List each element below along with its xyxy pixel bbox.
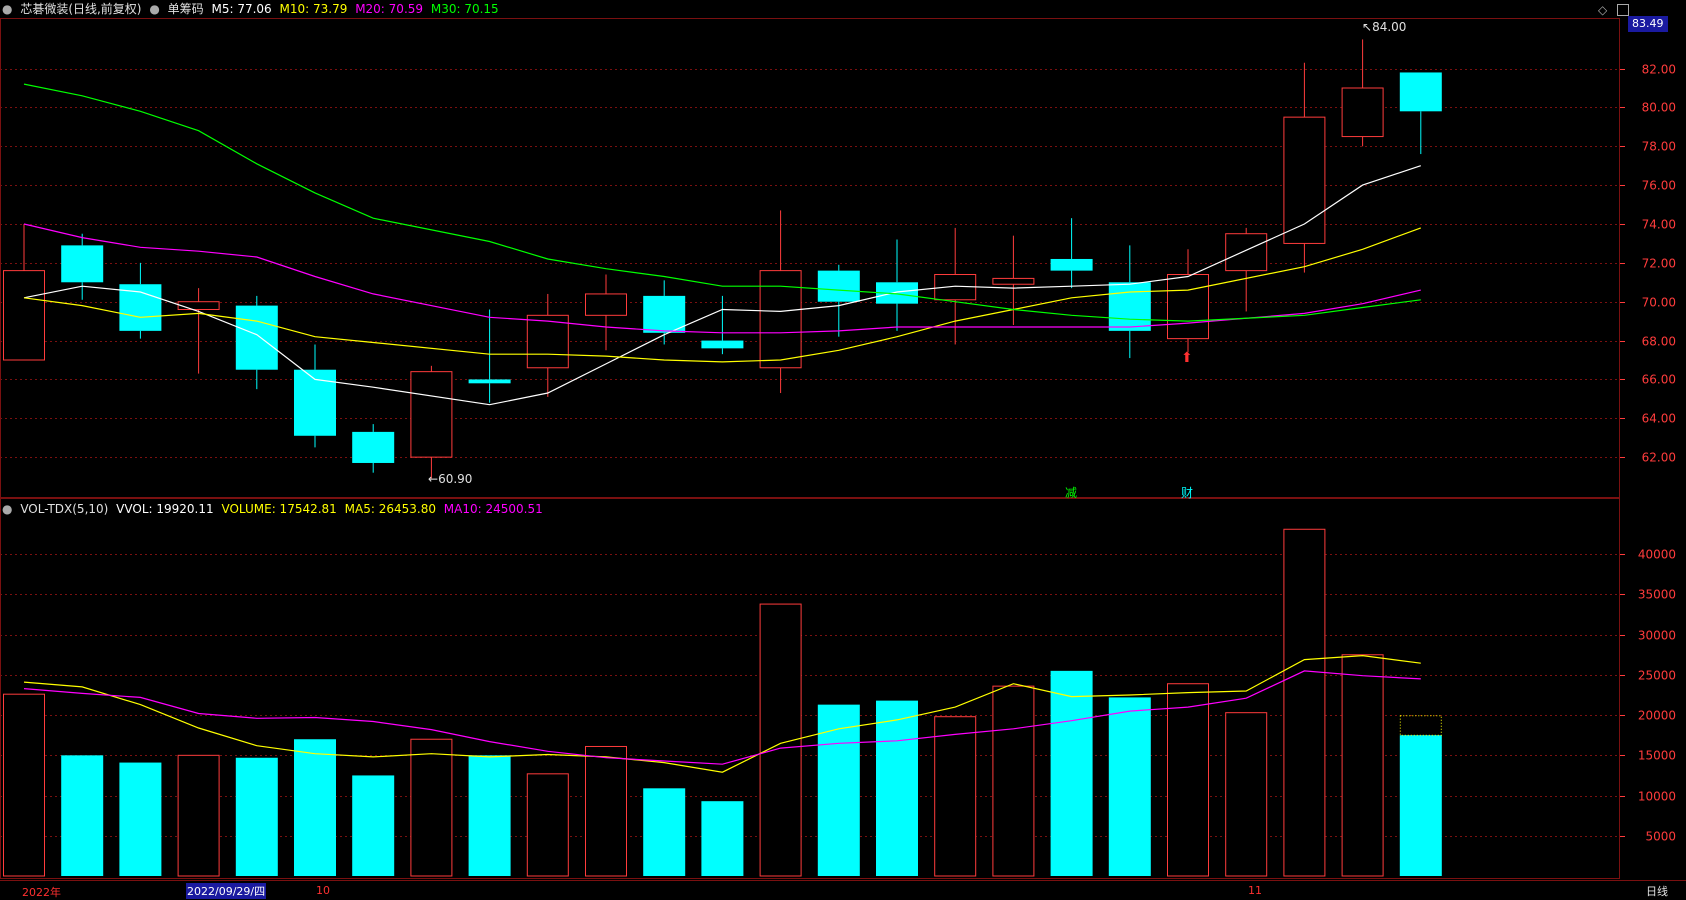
stock-title[interactable]: 芯碁微装(日线,前复权) <box>20 2 141 16</box>
candle-body <box>119 284 162 331</box>
candle-body <box>701 340 744 349</box>
diamond-icon[interactable]: ◇ <box>1598 3 1607 17</box>
candle-body <box>3 270 45 361</box>
high-price-label: 84.00 <box>1372 20 1407 34</box>
candle-body <box>235 305 278 370</box>
main-ytick-label: 80.00 <box>1642 101 1676 115</box>
volume-ytick-label: 15000 <box>1638 749 1676 763</box>
main-ytick-label: 82.00 <box>1642 63 1676 77</box>
ma30-label: M30: 70.15 <box>430 2 499 16</box>
candle-body <box>1225 233 1268 272</box>
menu-icon[interactable]: ● <box>2 2 12 16</box>
high-marker: ↖84.00 <box>1362 20 1407 34</box>
volume-bar <box>1167 683 1209 877</box>
period-button[interactable]: 日线 <box>1646 883 1668 899</box>
volume-bar <box>119 762 162 876</box>
main-ytick-label: 62.00 <box>1642 451 1676 465</box>
volume-bar <box>410 738 453 877</box>
event-finance-marker[interactable]: 财 <box>1181 484 1193 501</box>
footer-year: 2022年 <box>22 886 61 899</box>
footer-month-nov: 11 <box>1248 884 1262 897</box>
candle-body <box>1108 282 1151 331</box>
buy-arrow-icon: ⬆ <box>1181 350 1193 366</box>
footer-date-cursor: 2022/09/29/四 <box>186 883 267 899</box>
volume-bar <box>177 754 220 877</box>
volume-bar <box>526 773 569 877</box>
volume-header: ● VOL-TDX(5,10) VVOL: 19920.11 VOLUME: 1… <box>2 500 547 518</box>
volume-bar <box>817 704 860 876</box>
footer-month-oct: 10 <box>316 884 330 897</box>
candle-body <box>643 295 686 333</box>
candle-body <box>992 277 1035 285</box>
candle-body <box>61 245 104 283</box>
ma20-label: M20: 70.59 <box>355 2 424 16</box>
volume-bar <box>1050 670 1093 876</box>
menu-icon[interactable]: ● <box>2 502 12 516</box>
maximize-icon[interactable] <box>1617 4 1629 16</box>
volume-ytick-label: 25000 <box>1638 669 1676 683</box>
volume-bar <box>1225 712 1268 877</box>
volume-title[interactable]: VOL-TDX(5,10) <box>20 502 108 516</box>
candle-body <box>1399 72 1442 112</box>
ma10-label: M10: 73.79 <box>279 2 348 16</box>
main-ytick-label: 64.00 <box>1642 412 1676 426</box>
main-ytick-label: 72.00 <box>1642 257 1676 271</box>
candle-body <box>585 293 627 316</box>
volume-bar <box>876 700 918 876</box>
volume-bar <box>235 757 278 876</box>
vvol-projection <box>1399 715 1442 736</box>
candle-body <box>817 270 860 302</box>
candle-body <box>1341 87 1384 138</box>
volume-bar <box>934 716 977 877</box>
chip-icon[interactable]: ● <box>149 2 159 16</box>
volume-bar <box>1341 654 1384 877</box>
candle-body <box>1050 258 1093 271</box>
volume-bar <box>294 739 336 876</box>
volume-ytick-label: 40000 <box>1638 548 1676 562</box>
volume-ytick-label: 35000 <box>1638 588 1676 602</box>
volume-label: VOLUME: 17542.81 <box>221 502 337 516</box>
candle-body <box>759 270 802 369</box>
vol-ma10-label: MA10: 24500.51 <box>443 502 543 516</box>
volume-bar <box>61 755 104 876</box>
low-marker: ←60.90 <box>428 472 473 486</box>
candle-body <box>177 301 220 310</box>
main-ytick-label: 66.00 <box>1642 373 1676 387</box>
chip-label[interactable]: 单筹码 <box>168 2 204 16</box>
volume-bar <box>992 685 1035 877</box>
volume-bar <box>468 755 511 876</box>
main-ytick-label: 70.00 <box>1642 296 1676 310</box>
volume-ytick-label: 20000 <box>1638 709 1676 723</box>
stock-chart: 62.00 64.00 66.00 68.00 70.00 72.00 74.00 76.00… <box>0 18 1686 881</box>
candle-body <box>526 314 569 369</box>
volume-bar <box>643 788 686 876</box>
last-price-badge: 83.49 <box>1628 16 1668 32</box>
vol-ma5-label: MA5: 26453.80 <box>344 502 436 516</box>
main-ytick-label: 78.00 <box>1642 140 1676 154</box>
main-header: ● 芯碁微装(日线,前复权) ● 单筹码 M5: 77.06 M10: 73.7… <box>2 0 503 18</box>
candle-body <box>410 371 453 458</box>
candle-body <box>1167 274 1209 340</box>
volume-ma-line-ma10 <box>23 670 1421 765</box>
volume-bar <box>1283 528 1326 877</box>
main-ytick-label: 74.00 <box>1642 218 1676 232</box>
volume-ytick-label: 10000 <box>1638 790 1676 804</box>
vvol-label: VVOL: 19920.11 <box>116 502 214 516</box>
volume-bar <box>1399 735 1442 876</box>
volume-ma-line-ma5 <box>23 654 1421 773</box>
volume-bar <box>3 693 45 877</box>
candle-body <box>352 431 395 463</box>
main-ytick-label: 68.00 <box>1642 335 1676 349</box>
candle-body <box>468 379 511 384</box>
volume-bar <box>352 775 395 876</box>
volume-bar <box>585 745 627 877</box>
volume-bar <box>1108 697 1151 876</box>
volume-bar <box>701 801 744 876</box>
main-ytick-label: 76.00 <box>1642 179 1676 193</box>
volume-ytick-label: 30000 <box>1638 629 1676 643</box>
volume-ytick-label: 5000 <box>1645 830 1676 844</box>
ma5-label: M5: 77.06 <box>211 2 272 16</box>
event-reduce-marker[interactable]: 减 <box>1065 484 1077 501</box>
low-price-label: 60.90 <box>438 472 473 486</box>
